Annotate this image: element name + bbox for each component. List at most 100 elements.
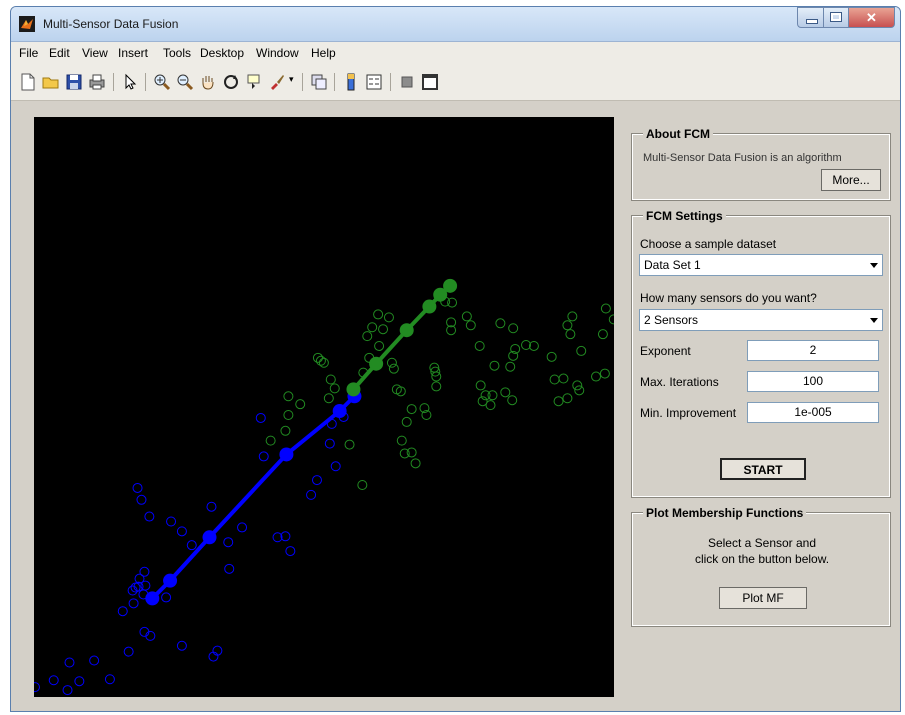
data-point [572, 380, 583, 391]
menu-file[interactable]: File [19, 46, 38, 60]
legend-icon[interactable] [364, 72, 384, 92]
more-button[interactable]: More... [821, 169, 881, 191]
menu-insert[interactable]: Insert [118, 46, 148, 60]
title-bar[interactable]: Multi-Sensor Data Fusion ✕ [11, 7, 900, 42]
min-improvement-field[interactable]: 1e-005 [747, 402, 879, 423]
data-point [567, 311, 578, 322]
data-point [396, 435, 407, 446]
menu-help[interactable]: Help [311, 46, 336, 60]
toolbar: ▾ [11, 64, 900, 101]
cluster-center-line [150, 394, 356, 600]
menu-view[interactable]: View [82, 46, 108, 60]
chevron-down-icon [870, 318, 878, 323]
data-point [280, 425, 291, 436]
data-point [386, 357, 397, 368]
colorbar-icon[interactable] [341, 72, 361, 92]
menu-desktop[interactable]: Desktop [200, 46, 244, 60]
pointer-icon[interactable] [120, 72, 140, 92]
dataset-select[interactable]: Data Set 1 [639, 254, 883, 276]
data-point [508, 323, 519, 334]
save-icon[interactable] [64, 72, 84, 92]
new-icon[interactable] [18, 72, 38, 92]
data-point [597, 329, 608, 340]
data-point [144, 511, 155, 522]
exponent-label: Exponent [640, 344, 691, 358]
data-point [128, 598, 139, 609]
data-point [265, 435, 276, 446]
data-point [401, 416, 412, 427]
print-icon[interactable] [87, 72, 107, 92]
data-point [388, 363, 399, 374]
data-point [166, 516, 177, 527]
zoom-in-icon[interactable] [152, 72, 172, 92]
minimize-button[interactable] [797, 7, 824, 28]
data-point [374, 340, 385, 351]
data-point [283, 410, 294, 421]
dataset-label: Choose a sample dataset [640, 237, 777, 251]
matlab-icon [19, 16, 35, 32]
data-point [487, 390, 498, 401]
data-point [255, 412, 266, 423]
sensors-label: How many sensors do you want? [640, 291, 817, 305]
cluster-center-line [351, 284, 452, 391]
close-button[interactable]: ✕ [848, 7, 895, 28]
toolbar-separator [334, 73, 335, 91]
menu-edit[interactable]: Edit [49, 46, 70, 60]
data-point [507, 395, 518, 406]
window-title: Multi-Sensor Data Fusion [43, 17, 179, 31]
menu-window[interactable]: Window [256, 46, 299, 60]
data-point [161, 592, 172, 603]
data-point [64, 657, 75, 668]
cluster-center-marker [202, 530, 217, 545]
max-iterations-field[interactable]: 100 [747, 371, 879, 392]
plot-mf-instruction-1: Select a Sensor and [707, 536, 817, 550]
menu-tools[interactable]: Tools [163, 46, 191, 60]
data-point [406, 404, 417, 415]
data-point [258, 451, 269, 462]
show-tools-icon[interactable] [420, 72, 440, 92]
data-cursor-icon[interactable] [244, 72, 264, 92]
plot-mf-button[interactable]: Plot MF [719, 587, 807, 609]
brush-icon[interactable] [267, 72, 287, 92]
data-point [431, 381, 442, 392]
data-point [465, 320, 476, 331]
pan-icon[interactable] [198, 72, 218, 92]
data-point [325, 374, 336, 385]
exponent-field[interactable]: 2 [747, 340, 879, 361]
start-button[interactable]: START [720, 458, 806, 480]
data-point [295, 399, 306, 410]
data-point [176, 526, 187, 537]
data-point [447, 297, 458, 308]
zoom-out-icon[interactable] [175, 72, 195, 92]
toolbar-separator [113, 73, 114, 91]
data-point [461, 311, 472, 322]
data-point [311, 475, 322, 486]
link-icon[interactable] [309, 72, 329, 92]
cluster-center-marker [279, 447, 294, 462]
data-point [186, 540, 197, 551]
data-point [29, 682, 40, 693]
data-point [62, 685, 73, 696]
data-point [474, 340, 485, 351]
maximize-button[interactable] [823, 7, 849, 28]
open-icon[interactable] [41, 72, 61, 92]
data-point [330, 461, 341, 472]
data-point [500, 387, 511, 398]
hide-tools-icon[interactable] [397, 72, 417, 92]
data-point [599, 368, 610, 379]
data-point [553, 396, 564, 407]
data-point [378, 324, 389, 335]
scatter-axes[interactable] [29, 117, 856, 697]
data-point [89, 655, 100, 666]
data-point [362, 331, 373, 342]
sensors-select[interactable]: 2 Sensors [639, 309, 883, 331]
data-point [223, 537, 234, 548]
chevron-down-icon[interactable]: ▾ [289, 74, 297, 94]
data-point [206, 501, 217, 512]
data-point [132, 482, 143, 493]
dataset-select-value: Data Set 1 [644, 258, 701, 272]
data-point [329, 383, 340, 394]
rotate-icon[interactable] [221, 72, 241, 92]
max-iterations-label: Max. Iterations [640, 375, 719, 389]
plot-mf-panel-title: Plot Membership Functions [643, 506, 807, 520]
